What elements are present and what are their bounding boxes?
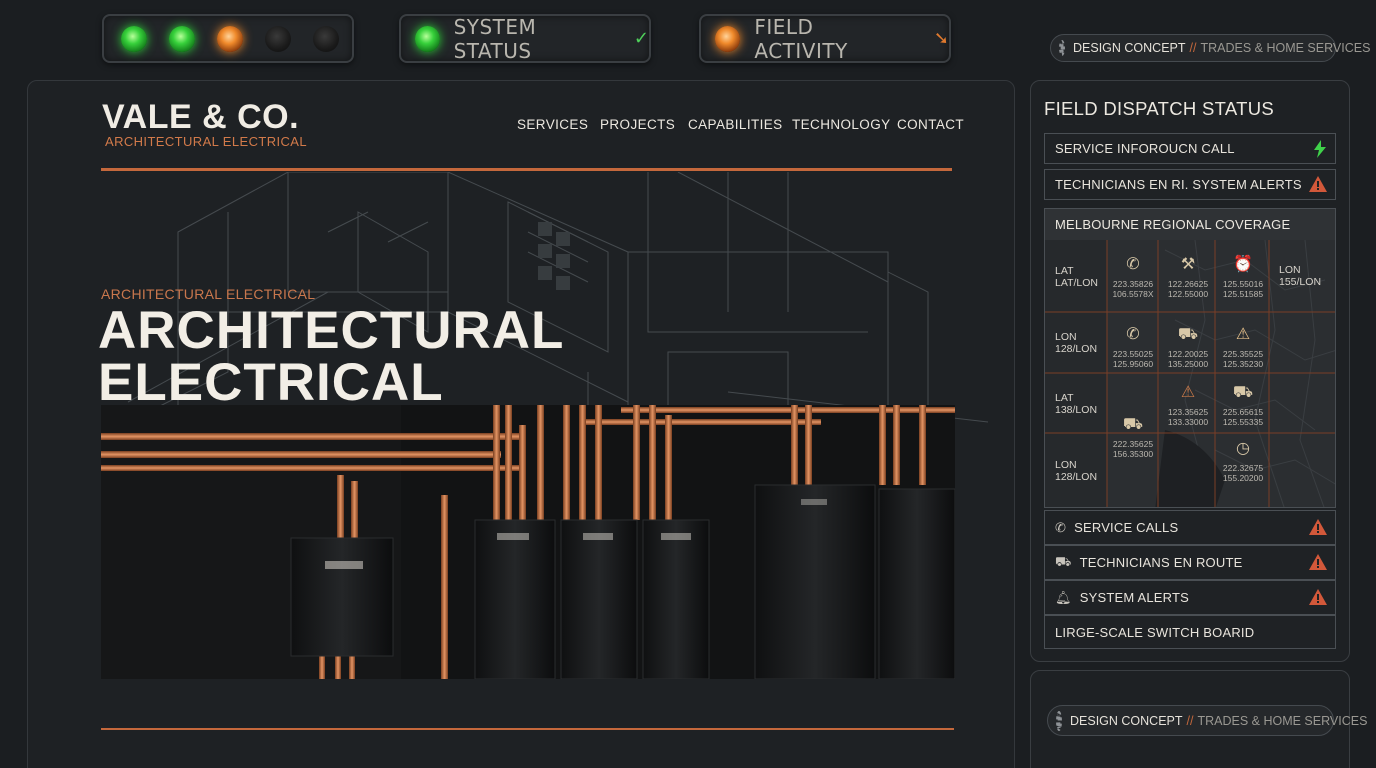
coverage-cell[interactable]: ⚠ 225.35525 125.35230 <box>1217 326 1269 370</box>
dispatch-row-label: SYSTEM ALERTS <box>1079 590 1190 605</box>
status-led-3 <box>217 25 243 52</box>
hero-title-line2: ELECTRICAL <box>98 353 444 412</box>
nav-capabilities[interactable]: CAPABILITIES <box>688 117 783 132</box>
warning-icon <box>1309 589 1327 608</box>
dispatch-row-label: SERVICE CALLS <box>1074 520 1179 535</box>
status-led-4 <box>265 25 291 52</box>
dispatch-row-service-call[interactable]: SERVICE INFOROUCN CALL <box>1044 133 1336 164</box>
dispatch-row-label: TECHNICIANS EN ROUTE <box>1079 555 1243 570</box>
phone-icon: ✆ <box>1055 519 1067 535</box>
concept-label: DESIGN CONCEPT <box>1070 713 1183 728</box>
check-icon: ✓ <box>633 28 649 48</box>
field-activity-label: FIELD ACTIVITY <box>754 14 848 63</box>
warning-icon <box>1309 554 1327 573</box>
coverage-title: MELBOURNE REGIONAL COVERAGE <box>1045 209 1335 240</box>
coverage-cell[interactable]: ✆ 223.55025 125.95060 <box>1109 326 1157 370</box>
gear-icon <box>1059 40 1065 56</box>
status-led-5 <box>313 25 339 52</box>
field-activity-led <box>715 25 741 52</box>
truck-icon: ⛟ <box>1232 384 1254 401</box>
tools-icon: ⚒ <box>1180 256 1196 273</box>
coverage-cell[interactable]: ⏰ 125.55016 125.51585 <box>1217 256 1269 300</box>
warning-icon: ⚠ <box>1235 326 1251 343</box>
header-divider <box>101 168 952 171</box>
dispatch-title: FIELD DISPATCH STATUS <box>1044 98 1275 119</box>
truck-icon: ⛟ <box>1177 326 1199 343</box>
nav-projects[interactable]: PROJECTS <box>600 117 675 132</box>
hero-eyebrow: ARCHITECTURAL ELECTRICAL <box>101 286 316 302</box>
status-led-1 <box>121 25 147 52</box>
truck-icon: ⛟ <box>1122 416 1144 433</box>
field-activity-pill[interactable]: FIELD ACTIVITY ➘ <box>699 14 951 63</box>
system-status-pill[interactable]: SYSTEM STATUS ✓ <box>399 14 651 63</box>
status-led-2 <box>169 25 195 52</box>
dispatch-row-label: SERVICE INFOROUCN CALL <box>1055 141 1235 156</box>
row-label-3: LAT 138/LON <box>1055 392 1098 416</box>
coverage-cell[interactable]: ⚒ 122.26625 122.55000 <box>1162 256 1214 300</box>
alarm-icon: ⏰ <box>1233 256 1253 273</box>
dispatch-row-label: LIRGE-SCALE SWITCH BOARID <box>1055 624 1255 640</box>
truck-icon: ⛟ <box>1055 553 1072 569</box>
warning-icon <box>1309 176 1327 195</box>
dispatch-row-system-alerts[interactable]: 🔔︎ SYSTEM ALERTS <box>1044 580 1336 615</box>
switchboard-photo <box>101 405 955 679</box>
concept-subtitle: TRADES & HOME SERVICES <box>1200 41 1371 55</box>
nav-contact[interactable]: CONTACT <box>897 117 964 132</box>
coverage-cell[interactable]: ⛟ 122.20025 135.25000 <box>1162 326 1214 370</box>
dispatch-row-label: TECHNICIANS EN RI. SYSTEM ALERTS <box>1055 177 1302 192</box>
right-label: LON 155/LON <box>1279 264 1322 288</box>
coverage-cell[interactable]: ⛟ 222.35625 156.35300 <box>1109 416 1157 460</box>
concept-separator: // <box>1186 713 1194 728</box>
system-status-led <box>415 25 440 52</box>
warning-icon <box>1309 519 1327 538</box>
clock-icon: ◷ <box>1236 440 1250 457</box>
concept-subtitle: TRADES & HOME SERVICES <box>1197 713 1368 728</box>
footer-divider <box>101 728 954 730</box>
site-logo[interactable]: VALE & CO. <box>102 98 299 137</box>
gear-icon <box>1056 710 1062 731</box>
coverage-cell[interactable]: ◷ 222.32675 155.20200 <box>1217 440 1269 484</box>
bell-icon: 🔔︎ <box>1055 589 1072 605</box>
dispatch-row-technician-alerts[interactable]: TECHNICIANS EN RI. SYSTEM ALERTS <box>1044 169 1336 200</box>
coverage-cell[interactable]: ⚠ 123.35625 133.33000 <box>1162 384 1214 428</box>
bolt-icon <box>1313 140 1327 161</box>
site-logo-subtitle: ARCHITECTURAL ELECTRICAL <box>105 134 307 149</box>
row-label-2: LON 128/LON <box>1055 331 1098 355</box>
dispatch-row-switchboard[interactable]: LIRGE-SCALE SWITCH BOARID <box>1044 615 1336 649</box>
coverage-map[interactable]: MELBOURNE REGIONAL COVERAGE LAT LAT/LON L… <box>1044 208 1336 508</box>
design-concept-chip-top[interactable]: DESIGN CONCEPT // TRADES & HOME SERVICES <box>1050 34 1370 62</box>
row-label-1: LAT LAT/LON <box>1055 265 1098 289</box>
system-status-label: SYSTEM STATUS <box>453 14 537 63</box>
nav-services[interactable]: SERVICES <box>517 117 588 132</box>
nav-technology[interactable]: TECHNOLOGY <box>792 117 891 132</box>
concept-label: DESIGN CONCEPT <box>1073 41 1186 55</box>
concept-separator: // <box>1189 41 1197 55</box>
dispatch-row-service-calls[interactable]: ✆ SERVICE CALLS <box>1044 510 1336 545</box>
hero-title: ARCHITECTURAL ELECTRICAL <box>98 301 565 412</box>
row-label-4: LON 128/LON <box>1055 459 1098 483</box>
phone-icon: ✆ <box>1126 256 1140 273</box>
status-leds-panel <box>102 14 354 63</box>
alert-icon: ⚠ <box>1180 384 1196 401</box>
hero-title-line1: ARCHITECTURAL <box>98 301 565 360</box>
design-concept-chip-bottom[interactable]: DESIGN CONCEPT // TRADES & HOME SERVICES <box>1047 705 1367 736</box>
coverage-cell[interactable]: ✆ 223.35826 106.5578X <box>1109 256 1157 300</box>
coverage-cell[interactable]: ⛟ 225.65615 125.55335 <box>1217 384 1269 428</box>
arrow-down-right-icon: ➘ <box>933 28 949 48</box>
phone-icon: ✆ <box>1126 326 1140 343</box>
dispatch-row-technicians-en-route[interactable]: ⛟ TECHNICIANS EN ROUTE <box>1044 545 1336 580</box>
